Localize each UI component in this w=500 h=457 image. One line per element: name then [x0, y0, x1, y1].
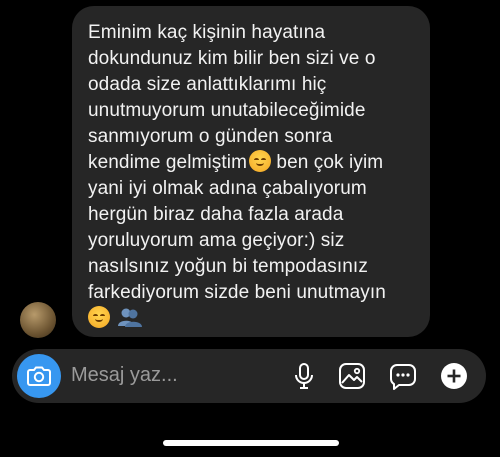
message-line: sanmıyorum o günden sonra: [88, 126, 333, 147]
message-bubble[interactable]: Eminim kaç kişinin hayatına dokundunuz k…: [72, 6, 430, 337]
camera-icon: [27, 366, 51, 386]
message-line: unutmuyorum unutabileceğimide: [88, 100, 366, 121]
emoji-line: [88, 306, 420, 332]
sticker-icon: [390, 364, 416, 390]
message-line: odada size anlattıklarımı hiç: [88, 74, 327, 95]
microphone-button[interactable]: [289, 361, 319, 391]
message-line-with-emoji: kendime gelmiştim ben çok iyim: [88, 150, 420, 176]
message-line: Eminim kaç kişinin hayatına: [88, 22, 326, 43]
smiling-face-emoji: [88, 306, 110, 328]
avatar[interactable]: [20, 302, 56, 338]
message-line: yani iyi olmak adına çabalıyorum: [88, 178, 367, 199]
gallery-button[interactable]: [337, 361, 367, 391]
smiling-face-emoji: [249, 150, 272, 172]
more-button[interactable]: [439, 361, 469, 391]
busts-in-silhouette-emoji: [117, 306, 143, 328]
message-line: nasılsınız yoğun bi tempodasınız: [88, 256, 368, 277]
message-line: hergün biraz daha fazla arada: [88, 204, 344, 225]
message-line: dokundunuz kim bilir ben sizi ve o: [88, 48, 376, 69]
message-composer: Mesaj yaz...: [12, 349, 486, 403]
home-indicator[interactable]: [163, 440, 339, 446]
sticker-button[interactable]: [388, 361, 418, 391]
plus-icon: [441, 363, 467, 389]
message-line: yoruluyorum ama geçiyor:) siz: [88, 230, 345, 251]
camera-button[interactable]: [17, 354, 61, 398]
message-input[interactable]: Mesaj yaz...: [71, 364, 178, 387]
message-line: farkediyorum sizde beni unutmayın: [88, 282, 386, 303]
message-text: ben çok iyim: [271, 152, 384, 173]
microphone-icon: [295, 363, 313, 389]
message-text: kendime gelmiştim: [88, 152, 248, 173]
image-icon: [339, 363, 365, 389]
